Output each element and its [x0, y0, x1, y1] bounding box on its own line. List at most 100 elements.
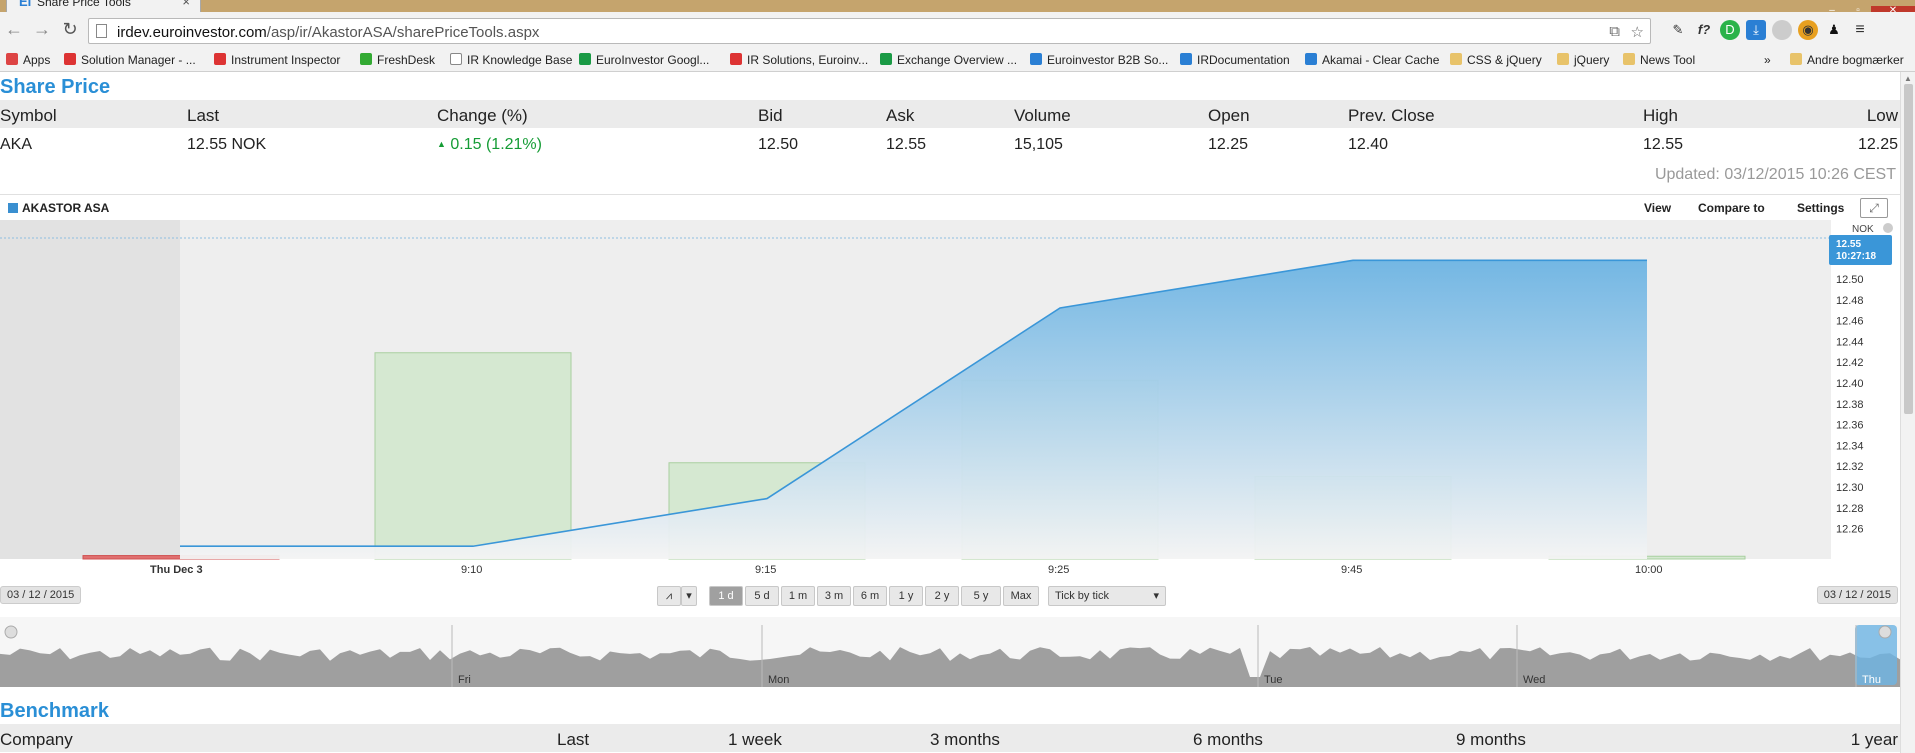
other-bookmarks[interactable]: Andre bogmærker: [1790, 53, 1904, 67]
scrollbar-thumb[interactable]: [1904, 84, 1913, 414]
bookmark-item[interactable]: Apps: [6, 53, 50, 67]
bookmark-label: IRDocumentation: [1197, 53, 1290, 67]
translate-icon[interactable]: ⧉: [1609, 23, 1620, 40]
page-scrollbar[interactable]: ▲: [1900, 72, 1915, 753]
navigator-label: Fri: [458, 674, 471, 686]
ei-icon: [1180, 53, 1192, 65]
range-button[interactable]: 6 m: [853, 586, 887, 606]
date-from-badge[interactable]: 03 / 12 / 2015: [0, 586, 82, 604]
header-high: High: [1643, 106, 1678, 125]
extension-green-icon[interactable]: D: [1720, 20, 1740, 40]
y-tick-label: 12.40: [1836, 378, 1864, 390]
url-text[interactable]: irdev.euroinvestor.com/asp/ir/AkastorASA…: [117, 24, 539, 41]
bookmark-item[interactable]: jQuery: [1557, 53, 1609, 67]
download-icon[interactable]: ⤓: [1746, 20, 1766, 40]
tab-close-icon[interactable]: ×: [182, 0, 190, 9]
chart-type-dropdown-icon[interactable]: ▾: [681, 586, 697, 606]
bookmark-label: EuroInvestor Googl...: [596, 53, 710, 67]
reload-icon[interactable]: ↻: [58, 18, 82, 40]
browser-tab[interactable]: EI Share Price Tools ×: [6, 0, 201, 12]
legend-swatch: [8, 203, 18, 213]
address-bar[interactable]: irdev.euroinvestor.com/asp/ir/AkastorASA…: [88, 18, 1651, 44]
sheets-icon: [880, 53, 892, 65]
bookmark-item[interactable]: EuroInvestor Googl...: [579, 53, 709, 67]
view-menu[interactable]: View: [1644, 201, 1671, 215]
bookmark-star-icon[interactable]: ☆: [1631, 23, 1644, 41]
user-extension-icon[interactable]: ♟: [1824, 20, 1844, 40]
bench-header-6months: 6 months: [1193, 730, 1263, 749]
ir-icon: [214, 53, 226, 65]
bookmark-item[interactable]: Instrument Inspector: [214, 53, 340, 67]
range-button[interactable]: 5 y: [961, 586, 1001, 606]
settings-gear-icon[interactable]: [1883, 223, 1893, 233]
range-button[interactable]: Max: [1003, 586, 1039, 606]
tab-title: Share Price Tools: [37, 0, 131, 9]
bookmark-item[interactable]: Exchange Overview ...: [880, 53, 1017, 67]
page-icon: [450, 53, 462, 65]
ir-icon: [64, 53, 76, 65]
color-picker-icon[interactable]: ◉: [1798, 20, 1818, 40]
bookmark-item[interactable]: IR Knowledge Base: [450, 53, 572, 67]
x-tick-label: Thu Dec 3: [150, 564, 203, 576]
page-icon: [96, 24, 107, 38]
forward-arrow-icon[interactable]: →: [30, 18, 54, 40]
function-icon[interactable]: f?: [1694, 20, 1714, 40]
bench-header-3months: 3 months: [930, 730, 1000, 749]
menu-icon[interactable]: ≡: [1850, 20, 1870, 40]
range-button[interactable]: 2 y: [925, 586, 959, 606]
bookmark-item[interactable]: CSS & jQuery: [1450, 53, 1542, 67]
bookmark-item[interactable]: IR Solutions, Euroinv...: [730, 53, 868, 67]
bookmark-item[interactable]: Euroinvestor B2B So...: [1030, 53, 1168, 67]
bookmark-label: IR Solutions, Euroinv...: [747, 53, 869, 67]
bookmark-item[interactable]: Solution Manager - ...: [64, 53, 196, 67]
header-open: Open: [1208, 106, 1250, 125]
akamai-icon: [1305, 53, 1317, 65]
settings-menu[interactable]: Settings: [1797, 201, 1844, 215]
header-ask: Ask: [886, 106, 915, 125]
chart-header: AKASTOR ASA View Compare to Settings ⤢: [0, 194, 1900, 220]
navigator-right-handle-icon[interactable]: [1878, 625, 1892, 639]
page-content: Share Price Symbol Last Change (%) Bid A…: [0, 72, 1900, 753]
compare-to-menu[interactable]: Compare to: [1698, 201, 1765, 215]
range-button[interactable]: 5 d: [745, 586, 779, 606]
range-button[interactable]: 1 d: [709, 586, 743, 606]
range-button[interactable]: 3 m: [817, 586, 851, 606]
last-price-time: 10:27:18: [1836, 251, 1876, 262]
bookmark-label: Exchange Overview ...: [897, 53, 1018, 67]
bench-header-last: Last: [557, 730, 590, 749]
cell-ask: 12.55: [886, 136, 927, 153]
chrome-extension-icon[interactable]: [1772, 20, 1792, 40]
navigator-left-handle-icon[interactable]: [4, 625, 18, 639]
currency-label: NOK: [1852, 224, 1874, 235]
back-arrow-icon[interactable]: ←: [2, 18, 26, 40]
bookmark-item[interactable]: Akamai - Clear Cache: [1305, 53, 1439, 67]
y-tick-label: 12.38: [1836, 399, 1864, 411]
fullscreen-icon[interactable]: ⤢: [1860, 198, 1888, 218]
header-last: Last: [187, 106, 220, 125]
y-tick-label: 12.32: [1836, 461, 1864, 473]
benchmark-title: Benchmark: [0, 700, 109, 722]
apps-grid-icon: [6, 53, 18, 65]
range-button[interactable]: 1 y: [889, 586, 923, 606]
range-button[interactable]: 1 m: [781, 586, 815, 606]
chart-type-icon[interactable]: ⩘: [657, 586, 681, 606]
bookmark-label: Instrument Inspector: [231, 53, 341, 67]
bench-header-1week: 1 week: [728, 730, 782, 749]
navigator-label: Mon: [768, 674, 789, 686]
bookmark-label: Euroinvestor B2B So...: [1047, 53, 1169, 67]
navigator-strip[interactable]: Fri Mon Tue Wed Thu: [0, 617, 1900, 687]
header-low: Low: [1866, 106, 1898, 125]
cell-open: 12.25: [1208, 136, 1249, 153]
bookmark-item[interactable]: News Tool: [1623, 53, 1695, 67]
y-tick-label: 12.42: [1836, 357, 1864, 369]
date-to-badge[interactable]: 03 / 12 / 2015: [1816, 586, 1898, 604]
bookmark-item[interactable]: IRDocumentation: [1180, 53, 1290, 67]
price-chart[interactable]: NOK 12.50 12.48 12.46 12.44 12.42 12.40 12.38 12…: [0, 220, 1900, 580]
bookmark-item[interactable]: FreshDesk: [360, 53, 435, 67]
legend-label[interactable]: AKASTOR ASA: [22, 201, 109, 215]
developer-tools-icon[interactable]: ✎: [1668, 20, 1688, 40]
mode-select[interactable]: Tick by tick ▾: [1048, 586, 1166, 606]
bookmarks-overflow-icon[interactable]: »: [1764, 53, 1771, 67]
ir-icon: [730, 53, 742, 65]
scroll-up-icon[interactable]: ▲: [1904, 74, 1912, 83]
